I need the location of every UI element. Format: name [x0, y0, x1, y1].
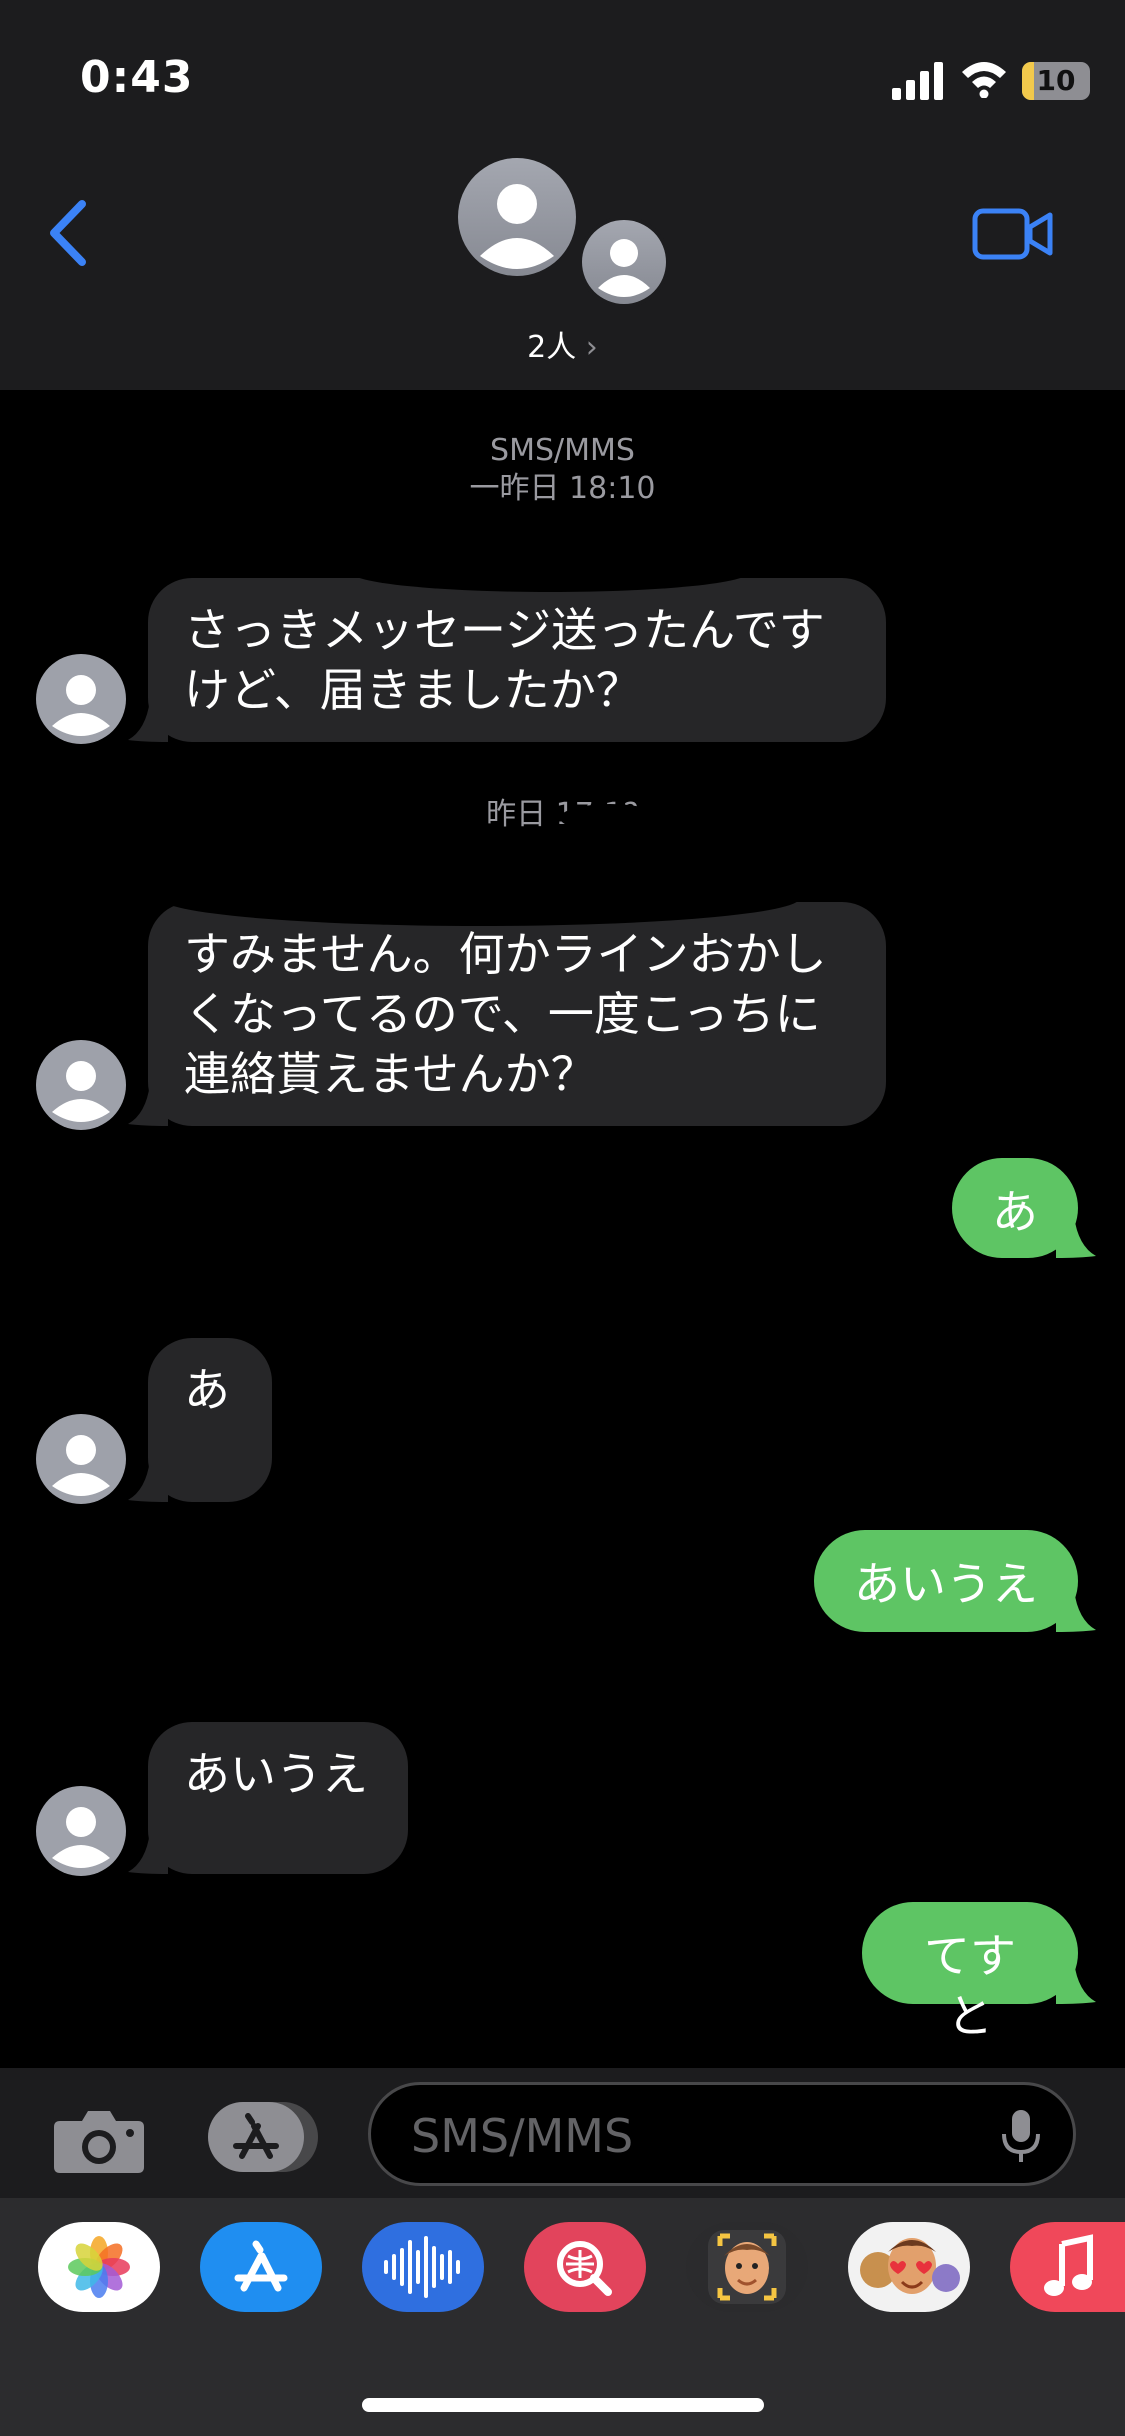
- music-app-icon[interactable]: [1010, 2222, 1125, 2312]
- app-store-button-icon[interactable]: [208, 2100, 318, 2174]
- contact-avatar[interactable]: [578, 216, 670, 308]
- search-app-icon[interactable]: [524, 2222, 646, 2312]
- outgoing-message-bubble[interactable]: あ: [952, 1158, 1096, 1258]
- participants-count[interactable]: 2人 ›: [500, 322, 625, 366]
- chevron-right-icon: ›: [576, 330, 598, 365]
- sender-avatar[interactable]: [36, 1040, 126, 1130]
- timestamp: 一昨日 18:10: [469, 471, 656, 506]
- wifi-icon: [962, 62, 1006, 98]
- photos-app-icon[interactable]: [38, 2222, 160, 2312]
- message-text: あ: [184, 1363, 230, 1417]
- sender-avatar[interactable]: [36, 1414, 126, 1504]
- outgoing-message-bubble[interactable]: てすと: [862, 1902, 1096, 2043]
- message-text: くなってるので、一度こっちに: [184, 987, 821, 1041]
- message-text: てすと: [924, 1929, 1016, 2043]
- home-indicator[interactable]: [362, 2398, 764, 2412]
- message-text: さっきメッセージ送ったんです: [184, 603, 825, 657]
- incoming-message-bubble[interactable]: さっきメッセージ送ったんです けど、届きましたか？: [128, 578, 886, 742]
- audio-app-icon[interactable]: [362, 2222, 484, 2312]
- message-input-placeholder: SMS/MMS: [411, 2109, 634, 2163]
- battery-level: 10: [1036, 64, 1076, 97]
- sender-avatar[interactable]: [36, 1786, 126, 1876]
- video-call-icon[interactable]: [972, 205, 1054, 263]
- message-text: あ: [992, 1185, 1038, 1239]
- status-time: 0:43: [80, 52, 194, 103]
- message-input[interactable]: SMS/MMS: [368, 2082, 1076, 2186]
- message-text: 連絡貰えませんか？: [184, 1047, 597, 1101]
- sender-avatar[interactable]: [36, 654, 126, 744]
- message-text: けど、届きましたか？: [184, 663, 642, 717]
- outgoing-message-bubble[interactable]: あいうえ: [814, 1530, 1096, 1632]
- contact-avatar[interactable]: [458, 158, 576, 276]
- incoming-message-bubble[interactable]: あいうえ: [128, 1722, 408, 1874]
- microphone-icon[interactable]: [1000, 2108, 1042, 2164]
- animoji-app-icon[interactable]: [848, 2222, 970, 2312]
- message-text: すみません。何かラインおかし: [184, 927, 827, 981]
- participants-label: 2人: [527, 330, 577, 365]
- message-text: あいうえ: [854, 1557, 1038, 1611]
- message-text: あいうえ: [184, 1747, 368, 1801]
- service-label: SMS/MMS: [490, 433, 635, 468]
- camera-icon[interactable]: [52, 2105, 146, 2175]
- cellular-signal-icon: [892, 62, 943, 100]
- app-store-app-icon[interactable]: [200, 2222, 322, 2312]
- back-chevron-icon[interactable]: [46, 198, 90, 268]
- memoji-app-icon[interactable]: [686, 2222, 808, 2312]
- incoming-message-bubble[interactable]: あ: [128, 1338, 272, 1502]
- battery-indicator: 10: [1022, 62, 1090, 100]
- incoming-message-bubble[interactable]: すみません。何かラインおかし くなってるので、一度こっちに 連絡貰えませんか？: [128, 902, 886, 1126]
